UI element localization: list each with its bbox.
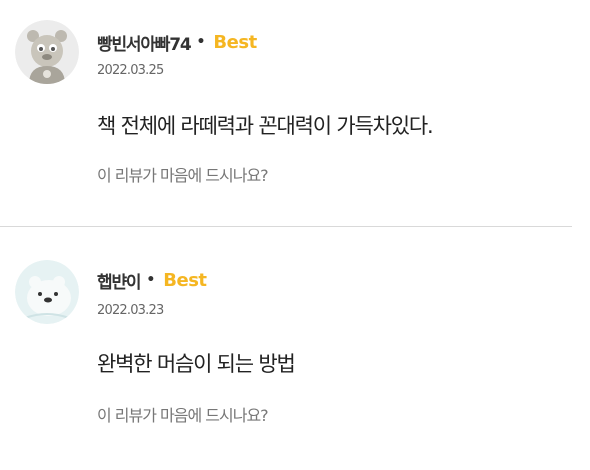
separator-dot: • bbox=[196, 34, 206, 50]
review-text: 완벽한 머슴이 되는 방법 bbox=[97, 352, 296, 376]
review-item: 햅뱐이 • Best 2022.03.23 완벽한 머슴이 되는 방법 이 리뷰… bbox=[0, 228, 590, 470]
separator-dot: • bbox=[146, 272, 156, 288]
reviewer-nickname: 빵빈서아빠74 bbox=[97, 34, 192, 55]
polar-bear-icon bbox=[15, 260, 79, 324]
helpful-prompt-link[interactable]: 이 리뷰가 마음에 드시나요? bbox=[97, 162, 269, 186]
reviewer-nickname: 햅뱐이 bbox=[97, 272, 142, 293]
best-badge: Best bbox=[213, 31, 257, 53]
helpful-prompt-link[interactable]: 이 리뷰가 마음에 드시나요? bbox=[97, 402, 269, 426]
review-divider bbox=[0, 226, 572, 227]
review-item: 빵빈서아빠74 • Best 2022.03.25 책 전체에 라떼력과 꼰대력… bbox=[0, 0, 590, 226]
avatar[interactable] bbox=[15, 20, 79, 84]
review-text: 책 전체에 라떼력과 꼰대력이 가득차있다. bbox=[97, 114, 434, 138]
avatar[interactable] bbox=[15, 260, 79, 324]
review-meta: 빵빈서아빠74 • Best bbox=[97, 30, 257, 55]
best-badge: Best bbox=[163, 269, 207, 291]
bear-mascot-icon bbox=[15, 20, 79, 84]
review-meta: 햅뱐이 • Best bbox=[97, 268, 207, 293]
review-date: 2022.03.23 bbox=[97, 303, 164, 318]
review-date: 2022.03.25 bbox=[97, 63, 164, 78]
